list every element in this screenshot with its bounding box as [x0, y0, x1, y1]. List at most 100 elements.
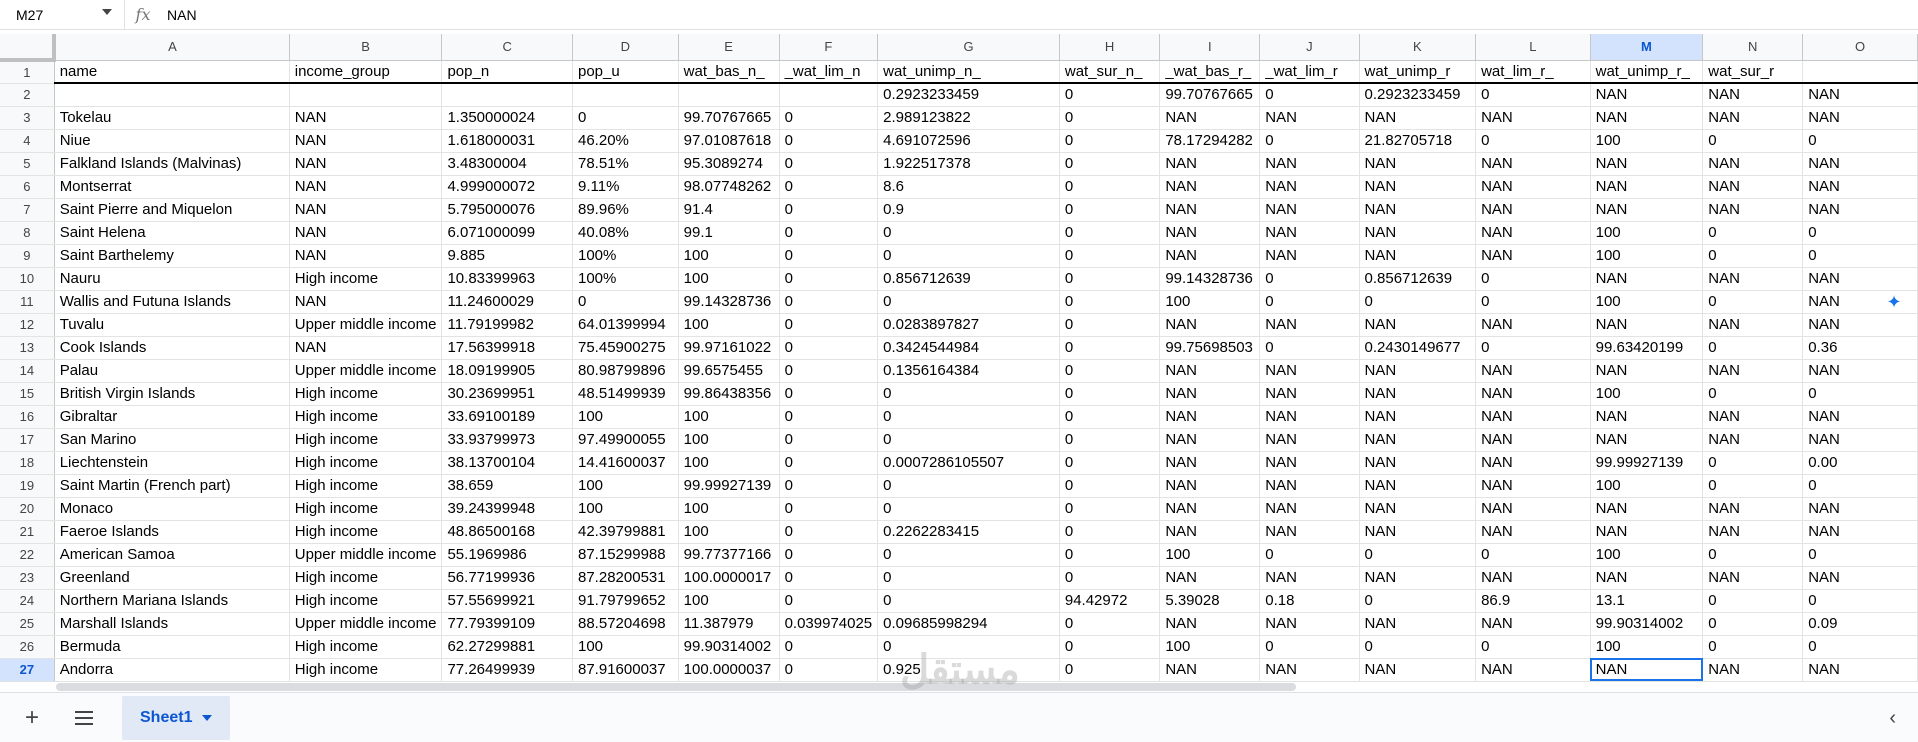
cell[interactable]: 0 [1059, 129, 1161, 153]
cell[interactable]: 0 [779, 658, 879, 682]
cell[interactable]: 0.0283897827 [877, 313, 1060, 337]
cell[interactable]: 100.0000017 [678, 566, 780, 590]
cell[interactable]: NAN [1259, 244, 1360, 268]
cell[interactable]: 0 [1059, 497, 1161, 521]
cell[interactable]: 46.20% [572, 129, 679, 153]
cell[interactable]: 0 [779, 405, 879, 429]
cell[interactable]: 99.63420199 [1590, 336, 1704, 360]
cell[interactable]: NAN [1475, 359, 1591, 383]
cell[interactable]: NAN [1359, 198, 1477, 222]
column-header[interactable]: N [1702, 34, 1804, 61]
cell[interactable]: NAN [1359, 497, 1477, 521]
cell[interactable]: 75.45900275 [572, 336, 679, 360]
cell[interactable]: 0 [1059, 382, 1161, 406]
cell[interactable] [441, 83, 573, 107]
cell[interactable]: 11.79199982 [441, 313, 573, 337]
cell[interactable]: NAN [1702, 152, 1804, 176]
cell[interactable]: 0 [779, 451, 879, 475]
cell[interactable]: NAN [1802, 428, 1918, 452]
cell[interactable]: 78.51% [572, 152, 679, 176]
cell[interactable]: 100% [572, 244, 679, 268]
cell[interactable]: NAN [1259, 405, 1360, 429]
cell[interactable]: NAN [1475, 175, 1591, 199]
cell[interactable]: NAN [1802, 520, 1918, 544]
cell[interactable]: 100 [1590, 221, 1704, 245]
row-header[interactable]: 13 [0, 336, 55, 360]
cell[interactable]: High income [289, 658, 443, 682]
cell[interactable]: NAN [1159, 474, 1261, 498]
cell[interactable]: 100 [678, 313, 780, 337]
cell[interactable]: NAN [1590, 405, 1704, 429]
cell[interactable]: British Virgin Islands [54, 382, 290, 406]
cell[interactable]: Montserrat [54, 175, 290, 199]
cell[interactable]: 100 [1590, 129, 1704, 153]
cell[interactable]: 0 [1059, 267, 1161, 291]
cell[interactable]: 0 [1059, 451, 1161, 475]
cell[interactable]: NAN [1590, 520, 1704, 544]
cell[interactable]: NAN [1702, 175, 1804, 199]
cell[interactable]: NAN [1259, 497, 1360, 521]
cell[interactable]: 100 [572, 474, 679, 498]
column-header[interactable]: L [1475, 34, 1591, 61]
cell[interactable]: 77.26499939 [441, 658, 573, 682]
column-header[interactable]: J [1259, 34, 1360, 61]
row-header[interactable]: 19 [0, 474, 55, 498]
row-header[interactable]: 24 [0, 589, 55, 613]
cell[interactable]: 99.77377166 [678, 543, 780, 567]
cell[interactable]: 0 [1059, 635, 1161, 659]
cell[interactable]: 0 [1702, 589, 1804, 613]
cell[interactable]: 0 [779, 106, 879, 130]
column-header[interactable]: M [1590, 34, 1704, 61]
cell[interactable]: NAN [1702, 428, 1804, 452]
cell[interactable]: 0 [779, 359, 879, 383]
cell[interactable]: wat_unimp_n_ [877, 60, 1060, 84]
chevron-down-icon[interactable] [202, 714, 213, 721]
cell[interactable]: 100 [678, 244, 780, 268]
cell[interactable]: NAN [1359, 382, 1477, 406]
cell[interactable]: 0 [1475, 129, 1591, 153]
cell[interactable]: 0 [877, 589, 1060, 613]
cell[interactable]: 0 [1702, 543, 1804, 567]
row-header[interactable]: 22 [0, 543, 55, 567]
row-header[interactable]: 21 [0, 520, 55, 544]
cell[interactable]: 0 [779, 428, 879, 452]
cell[interactable]: 0 [1475, 635, 1591, 659]
cell[interactable] [779, 83, 879, 107]
cell[interactable]: 95.3089274 [678, 152, 780, 176]
cell[interactable]: 80.98799896 [572, 359, 679, 383]
cell[interactable]: 64.01399994 [572, 313, 679, 337]
cell[interactable]: NAN [1475, 198, 1591, 222]
chevron-left-icon[interactable]: ‹ [1889, 707, 1896, 730]
cell[interactable]: 0.09685998294 [877, 612, 1060, 636]
cell[interactable]: 4.999000072 [441, 175, 573, 199]
cell[interactable]: 0 [1059, 313, 1161, 337]
cell[interactable]: NAN [1159, 313, 1261, 337]
cell[interactable]: 0 [1802, 589, 1918, 613]
cell[interactable]: NAN [1702, 83, 1804, 107]
cell[interactable]: 0 [877, 290, 1060, 314]
cell[interactable]: 100 [1159, 635, 1261, 659]
cell[interactable]: NAN [1159, 359, 1261, 383]
cell[interactable]: Greenland [54, 566, 290, 590]
cell[interactable]: NAN [289, 221, 443, 245]
column-header[interactable]: E [678, 34, 780, 61]
cell[interactable]: NAN [1590, 198, 1704, 222]
cell[interactable]: NAN [1475, 405, 1591, 429]
cell[interactable]: NAN [289, 198, 443, 222]
cell[interactable]: NAN [1359, 451, 1477, 475]
cell[interactable]: 100 [1590, 290, 1704, 314]
cell[interactable]: NAN [1359, 658, 1477, 682]
cell[interactable]: 0.2262283415 [877, 520, 1060, 544]
cell[interactable]: 99.75698503 [1159, 336, 1261, 360]
cell[interactable]: 100.0000037 [678, 658, 780, 682]
cell[interactable]: 87.15299988 [572, 543, 679, 567]
row-header[interactable]: 2 [0, 83, 55, 107]
cell[interactable]: 0 [1059, 336, 1161, 360]
cell[interactable]: 100 [572, 635, 679, 659]
all-sheets-button[interactable] [64, 698, 104, 738]
cell[interactable]: 0 [779, 221, 879, 245]
cell[interactable]: 0 [877, 543, 1060, 567]
cell[interactable]: 0 [1702, 221, 1804, 245]
cell[interactable]: 0 [1475, 290, 1591, 314]
cell[interactable]: 9.885 [441, 244, 573, 268]
